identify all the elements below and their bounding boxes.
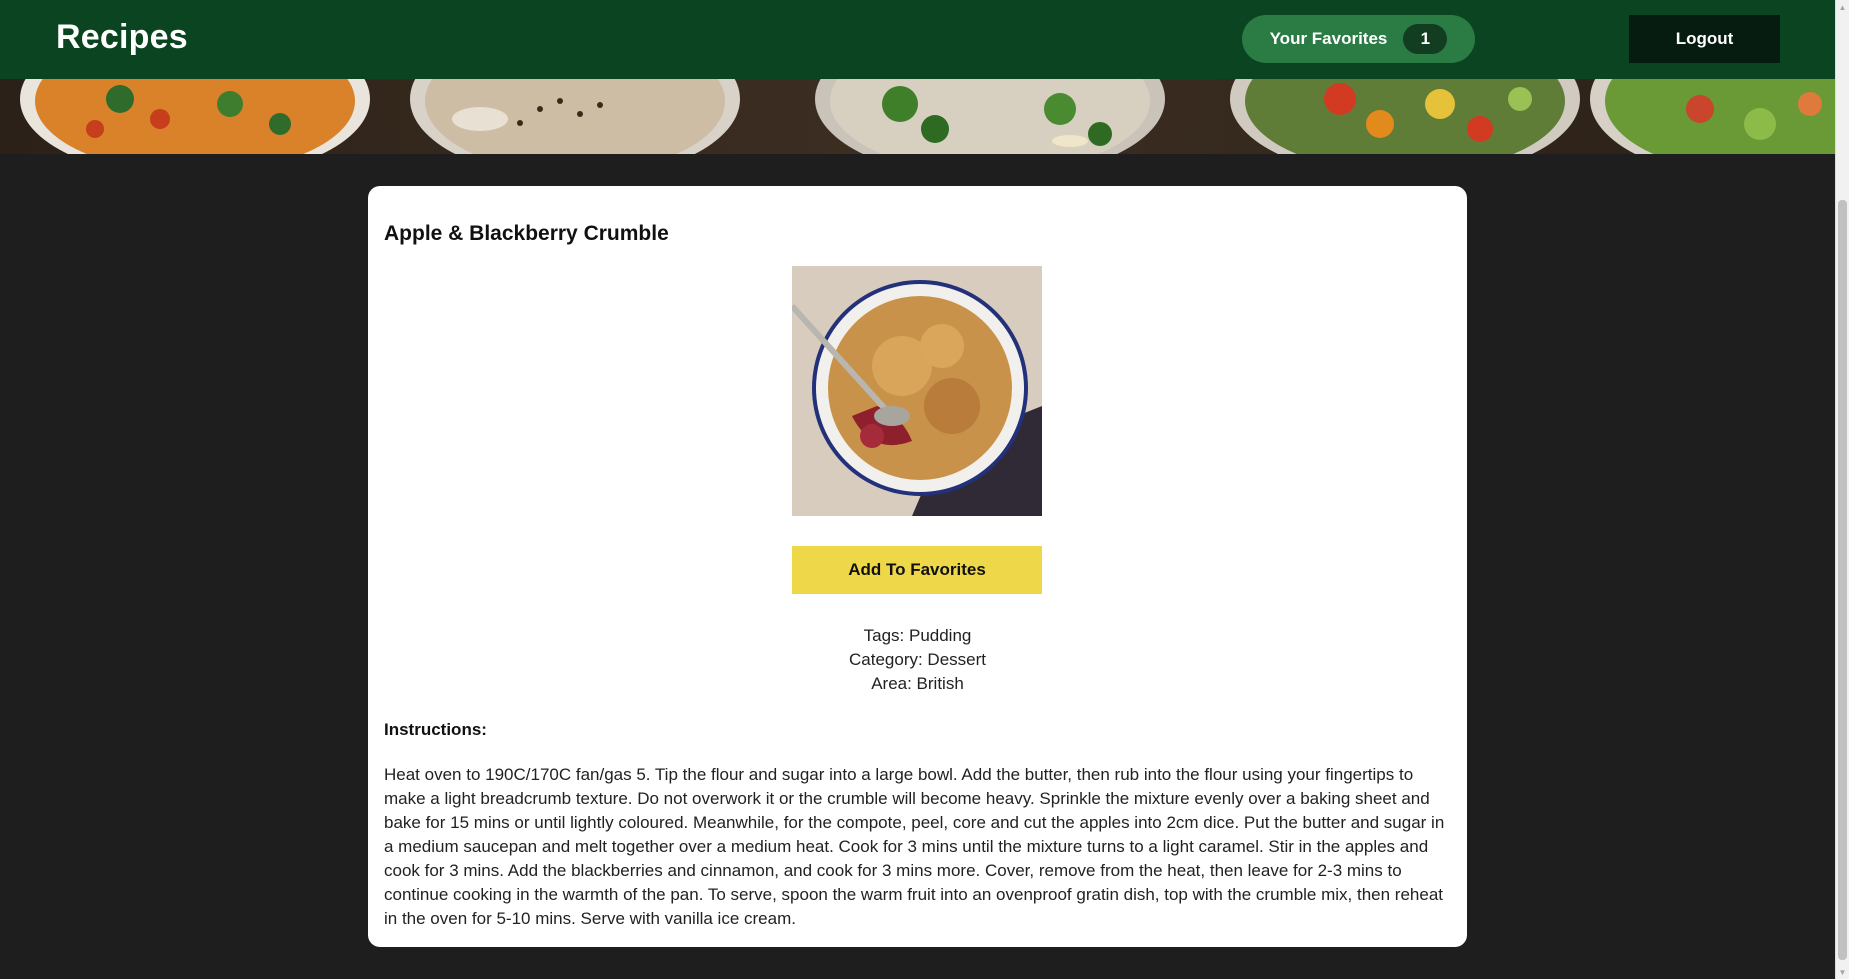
scrollbar-thumb[interactable] [1838,200,1847,960]
vertical-scrollbar[interactable]: ▲ ▼ [1835,0,1849,979]
top-navbar: Recipes Your Favorites 1 Logout [0,0,1835,79]
your-favorites-label: Your Favorites [1269,29,1388,48]
logout-button[interactable]: Logout [1629,15,1780,63]
your-favorites-button[interactable]: Your Favorites 1 [1242,15,1475,63]
recipe-meta: Tags: Pudding Category: Dessert Area: Br… [368,624,1467,696]
recipe-tags: Tags: Pudding [863,626,972,645]
instructions-heading: Instructions: [384,720,487,739]
brand-title[interactable]: Recipes [56,18,188,57]
crumble-dish-illustration [792,266,1042,516]
food-bowls-banner-graphic [0,79,1835,154]
page: Recipes Your Favorites 1 Logout Apple & … [0,0,1849,979]
favorites-count-badge: 1 [1403,24,1448,54]
recipe-title: Apple & Blackberry Crumble [384,222,669,245]
hero-banner-image [0,79,1835,154]
scroll-down-arrow-icon[interactable]: ▼ [1836,965,1849,979]
recipe-card: Apple & Blackberry Crumble Add To Favori… [368,186,1467,947]
recipe-area: Area: British [871,674,964,693]
recipe-category: Category: Dessert [849,650,986,669]
recipe-photo [792,266,1042,516]
scroll-up-arrow-icon[interactable]: ▲ [1836,0,1849,14]
instructions-text: Heat oven to 190C/170C fan/gas 5. Tip th… [384,765,1445,928]
add-to-favorites-button[interactable]: Add To Favorites [792,546,1042,594]
